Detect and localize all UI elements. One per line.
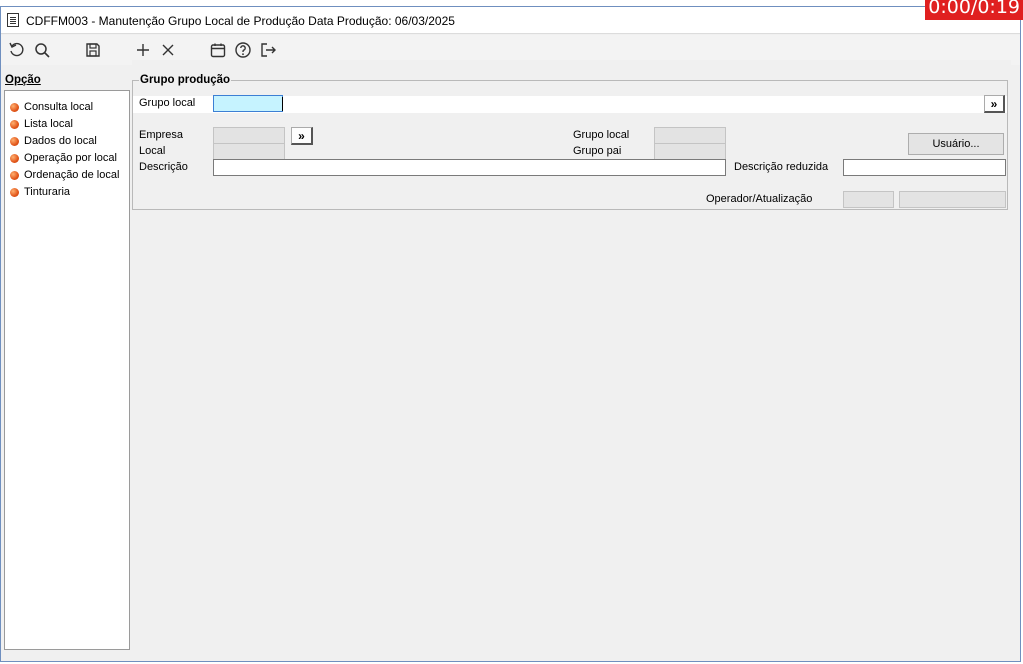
grupo-local-input[interactable] — [213, 95, 283, 112]
grupo-local-readonly-field — [654, 127, 726, 144]
recording-timer: 0:00/0:19 — [925, 0, 1023, 20]
empresa-field — [213, 127, 285, 144]
descricao-label: Descrição — [139, 161, 188, 173]
grupo-local-label: Grupo local — [139, 97, 196, 109]
descricao-input[interactable] — [213, 159, 726, 176]
option-operacao-por-local[interactable]: Operação por local — [10, 150, 117, 166]
refresh-icon[interactable] — [7, 40, 27, 60]
operador-field — [843, 191, 894, 208]
calendar-icon[interactable] — [208, 40, 228, 60]
grupo-pai-field — [654, 143, 726, 160]
save-icon[interactable] — [83, 40, 103, 60]
bullet-icon — [10, 170, 19, 180]
option-label: Ordenação de local — [24, 169, 120, 181]
bullet-icon — [10, 136, 19, 146]
exit-icon[interactable] — [258, 40, 278, 60]
grupo-local-lookup-button[interactable]: » — [984, 95, 1005, 113]
text-caret — [282, 97, 283, 111]
group-title: Grupo produção — [139, 74, 232, 86]
local-label: Local — [139, 145, 166, 157]
operador-atualizacao-label: Operador/Atualização — [706, 193, 813, 205]
delete-icon[interactable] — [158, 40, 178, 60]
descricao-reduzida-label: Descrição reduzida — [734, 161, 829, 173]
atualizacao-field — [899, 191, 1006, 208]
option-lista-local[interactable]: Lista local — [10, 116, 73, 132]
option-label: Dados do local — [24, 135, 97, 147]
option-label: Lista local — [24, 118, 73, 130]
option-consulta-local[interactable]: Consulta local — [10, 99, 93, 115]
title-bar: CDFFM003 - Manutenção Grupo Local de Pro… — [1, 7, 1020, 34]
empresa-label: Empresa — [139, 129, 184, 141]
document-icon — [7, 13, 19, 27]
bullet-icon — [10, 119, 19, 129]
bullet-icon — [10, 187, 19, 197]
usuario-button[interactable]: Usuário... — [908, 133, 1004, 155]
help-icon[interactable] — [233, 40, 253, 60]
option-ordenacao-de-local[interactable]: Ordenação de local — [10, 167, 119, 183]
sidebar-header: Opção — [5, 74, 41, 86]
bullet-icon — [10, 102, 19, 112]
empresa-lookup-button[interactable]: » — [291, 127, 313, 145]
grupo-local-right-label: Grupo local — [573, 129, 630, 141]
option-label: Consulta local — [24, 101, 94, 113]
search-icon[interactable] — [32, 40, 52, 60]
descricao-reduzida-input[interactable] — [843, 159, 1006, 176]
option-dados-do-local[interactable]: Dados do local — [10, 133, 97, 149]
add-icon[interactable] — [133, 40, 153, 60]
options-panel: Consulta local Lista local Dados do loca… — [4, 90, 130, 650]
bullet-icon — [10, 153, 19, 163]
local-field — [213, 143, 285, 160]
grupo-pai-label: Grupo pai — [573, 145, 622, 157]
window-title: CDFFM003 - Manutenção Grupo Local de Pro… — [26, 14, 455, 28]
option-label: Tinturaria — [24, 186, 71, 198]
option-label: Operação por local — [24, 152, 117, 164]
option-tinturaria[interactable]: Tinturaria — [10, 184, 70, 200]
